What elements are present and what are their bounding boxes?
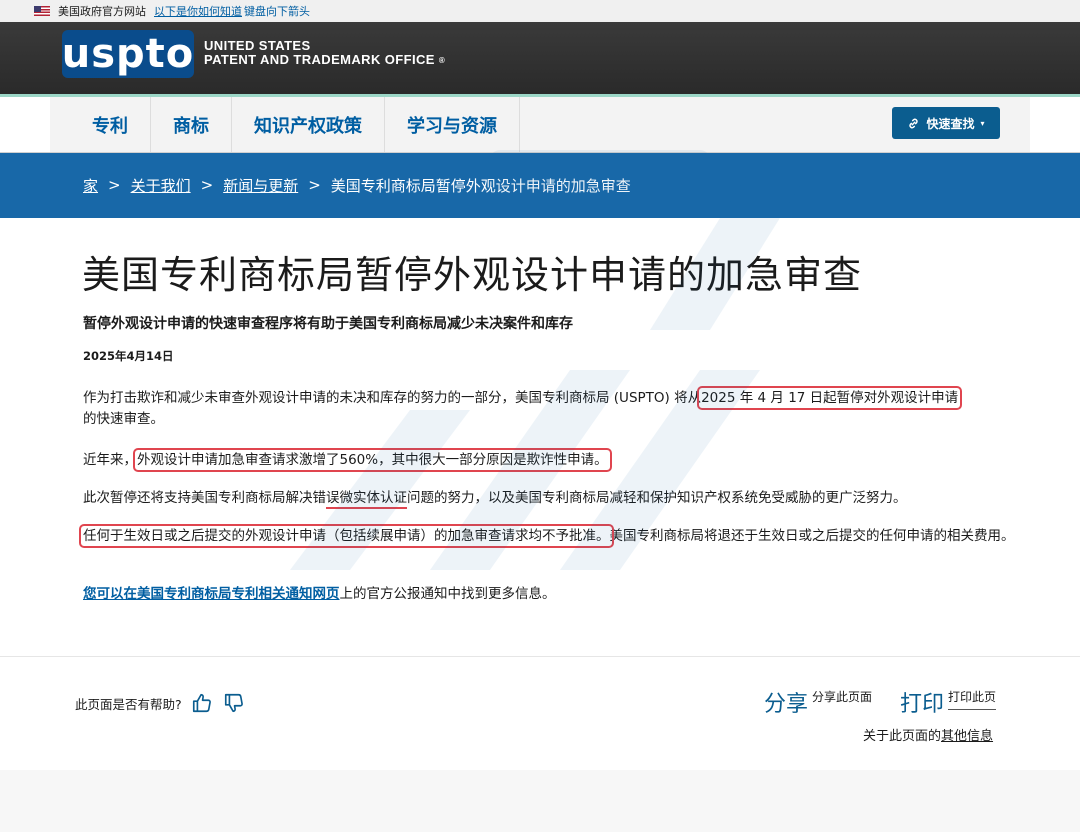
patent-notices-link[interactable]: 您可以在美国专利商标局专利相关通知网页 [83,586,340,602]
highlight-box: 2025 年 4 月 17 日起暂停对外观设计申请 [697,386,963,410]
nav-item-trademarks[interactable]: 商标 [151,97,232,152]
how-you-know-link[interactable]: 以下是你如何知道 [154,3,242,19]
share-button[interactable]: 分享 分享此页面 [764,686,872,718]
breadcrumb-news[interactable]: 新闻与更新 [223,175,298,196]
masthead: uspto UNITED STATES PATENT AND TRADEMARK… [0,22,1080,94]
feedback-widget: 此页面是否有帮助? [75,692,246,714]
breadcrumb-current: 美国专利商标局暂停外观设计申请的加急审查 [330,176,631,195]
paragraph-2: 近年来，外观设计申请加急审查请求激增了560%，其中很大一部分原因是欺诈性申请。 [83,448,612,472]
paragraph-1: 作为打击欺诈和减少未审查外观设计申请的未决和库存的努力的一部分，美国专利商标局 … [83,386,963,427]
uspto-logo[interactable]: uspto [62,30,194,78]
agency-line2: PATENT AND TRADEMARK OFFICE [204,52,435,67]
nav-item-learning-resources[interactable]: 学习与资源 [385,97,520,152]
gov-banner: 美国政府官方网站 以下是你如何知道 键盘向下箭头 [0,0,1080,22]
how-you-know-tail[interactable]: 键盘向下箭头 [244,3,310,19]
main-nav: 专利 商标 知识产权政策 学习与资源 快速查找 ▾ [0,94,1080,152]
chevron-down-icon: ▾ [980,118,985,128]
agency-name: UNITED STATES PATENT AND TRADEMARK OFFIC… [204,39,445,68]
thumbs-up-icon[interactable] [190,692,214,714]
about-text: 关于此页面的 [863,729,942,744]
breadcrumb-home[interactable]: 家 [83,175,98,196]
breadcrumb-about[interactable]: 关于我们 [131,175,191,196]
thumbs-down-icon[interactable] [222,692,246,714]
print-button[interactable]: 打印 打印此页 [900,686,997,718]
article-date: 2025年4月14日 [83,349,174,363]
highlight-box: 任何于生效日或之后提交的外观设计申请（包括续展申请）的加急审查请求均不予批准。 [79,524,614,548]
gov-banner-text: 美国政府官方网站 [58,5,146,18]
about-link[interactable]: 其他信息 [941,729,993,744]
underline-mark: 误微实体认证 [326,490,407,509]
article-subtitle: 暂停外观设计申请的快速审查程序将有助于美国专利商标局减少未决案件和库存 [83,316,573,332]
footer-strip [0,770,1080,832]
registered-mark: ® [438,55,446,65]
paragraph-5: 您可以在美国专利商标局专利相关通知网页上的官方公报通知中找到更多信息。 [83,586,556,602]
nav-item-ip-policy[interactable]: 知识产权政策 [232,97,385,152]
quick-link-label: 快速查找 [926,116,975,131]
link-icon [909,118,919,128]
breadcrumb-separator: > [108,176,121,194]
us-flag-icon [34,6,50,16]
breadcrumb: 家 > 关于我们 > 新闻与更新 > 美国专利商标局暂停外观设计申请的加急审查 [0,152,1080,218]
share-label: 分享 [764,692,809,717]
breadcrumb-separator: > [308,176,321,194]
paragraph-3: 此次暂停还将支持美国专利商标局解决错误微实体认证问题的努力，以及美国专利商标局减… [83,488,1018,509]
page-title: 美国专利商标局暂停外观设计申请的加急审查 [82,253,863,297]
share-sub-label: 分享此页面 [812,690,873,704]
paragraph-4: 任何于生效日或之后提交的外观设计申请（包括续展申请）的加急审查请求均不予批准。美… [79,524,1015,548]
quick-link-button[interactable]: 快速查找 ▾ [892,107,1000,139]
about-page: 关于此页面的其他信息 [863,725,993,744]
article: 美国专利商标局暂停外观设计申请的加急审查 暂停外观设计申请的快速审查程序将有助于… [0,218,1080,658]
highlight-box: 外观设计申请加急审查请求激增了560%，其中很大一部分原因是欺诈性申请。 [133,448,612,472]
breadcrumb-separator: > [200,176,214,194]
print-sub-label: 打印此页 [948,688,997,710]
feedback-question: 此页面是否有帮助? [75,696,182,712]
print-label: 打印 [900,692,945,717]
divider [0,656,1080,657]
agency-line1: UNITED STATES [204,38,311,53]
nav-item-patents[interactable]: 专利 [70,97,151,152]
